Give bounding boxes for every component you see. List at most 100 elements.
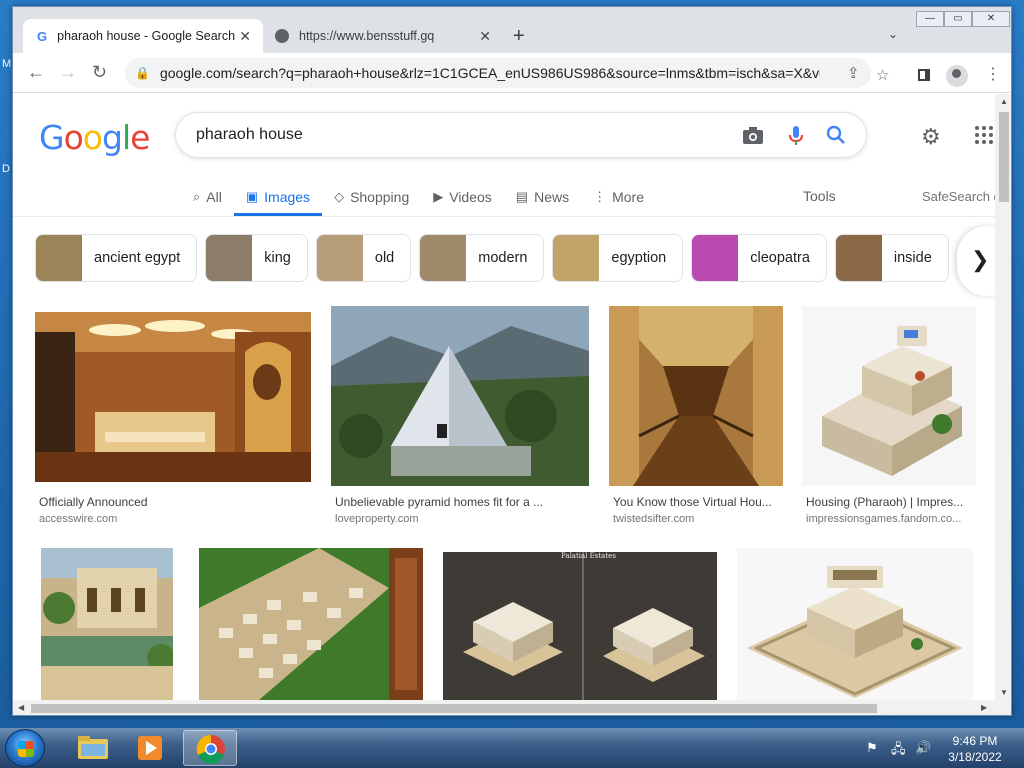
image-result[interactable]: Housing (Pharaoh) | Impres... impression… <box>802 306 976 532</box>
profile-avatar-icon[interactable] <box>946 65 968 87</box>
result-thumbnail[interactable] <box>35 312 311 482</box>
result-thumbnail[interactable] <box>199 548 423 700</box>
chip-king[interactable]: king <box>205 234 308 282</box>
chip-ancient-egypt[interactable]: ancient egypt <box>35 234 198 282</box>
tab-label: Shopping <box>350 189 410 205</box>
result-thumbnail[interactable] <box>331 306 589 486</box>
kebab-icon: ⋮ <box>593 189 607 204</box>
maximize-button[interactable]: ▭ <box>944 11 972 27</box>
scroll-down-arrow-icon[interactable]: ▼ <box>1000 688 1008 697</box>
image-result[interactable]: Officially Announced accesswire.com <box>35 312 311 532</box>
apps-grid-icon[interactable] <box>975 126 993 144</box>
tab-label: Images <box>264 189 311 205</box>
result-thumbnail[interactable] <box>443 552 717 700</box>
search-input[interactable]: pharaoh house <box>196 126 303 144</box>
desktop-icon-label[interactable]: M <box>2 58 11 70</box>
logo-letter: o <box>63 118 84 157</box>
taskbar: ⚑ 🖧 🔊 9:46 PM 3/18/2022 <box>0 728 1024 768</box>
chevron-right-icon[interactable]: ❯ <box>957 226 995 296</box>
chip-inside[interactable]: inside <box>834 234 949 282</box>
chip-label: cleopatra <box>750 250 810 266</box>
vertical-scroll-thumb[interactable] <box>999 112 1009 202</box>
image-result[interactable]: Unbelievable pyramid homes fit for a ...… <box>331 306 589 532</box>
start-button[interactable] <box>5 729 45 767</box>
result-thumbnail[interactable] <box>737 548 973 700</box>
minimize-button[interactable]: — <box>916 11 944 27</box>
tab-shopping[interactable]: ◇ Shopping <box>334 180 409 214</box>
tab-images[interactable]: ▣ Images <box>233 180 323 216</box>
reload-icon[interactable]: ↻ <box>92 62 107 83</box>
chip-old[interactable]: old <box>315 234 412 282</box>
lock-icon[interactable]: 🔒 <box>135 66 150 80</box>
system-clock[interactable]: 9:46 PM 3/18/2022 <box>938 733 1012 765</box>
forward-arrow-icon[interactable]: → <box>59 62 77 83</box>
divider <box>13 216 995 217</box>
clock-time: 9:46 PM <box>952 734 998 748</box>
chip-egyption[interactable]: egyption <box>552 234 684 282</box>
tab-all[interactable]: ⌕ All <box>193 180 222 214</box>
share-icon[interactable]: ⇪ <box>847 64 860 82</box>
chrome-taskbar-icon[interactable] <box>183 730 237 766</box>
image-result[interactable]: Palatial Estates <box>443 552 717 700</box>
volume-icon[interactable]: 🔊 <box>915 740 931 756</box>
result-image-label: Palatial Estates <box>561 552 616 560</box>
safesearch-link[interactable]: SafeSearch o <box>922 189 995 204</box>
result-thumbnail[interactable] <box>802 306 976 486</box>
news-icon: ▤ <box>515 189 529 204</box>
back-arrow-icon[interactable]: ← <box>27 62 45 83</box>
tab-videos[interactable]: ▶ Videos <box>433 180 492 214</box>
action-center-flag-icon[interactable]: ⚑ <box>866 740 878 756</box>
file-explorer-icon[interactable] <box>66 730 120 766</box>
result-caption: Unbelievable pyramid homes fit for a ... <box>335 495 544 509</box>
google-images-page: Google pharaoh house ⚙ ⌕ All ▣ Images ◇ Shopp… <box>13 94 995 700</box>
gear-icon[interactable]: ⚙ <box>921 124 941 150</box>
horizontal-scrollbar[interactable]: ◀ ▶ <box>13 700 1011 715</box>
chip-label: inside <box>893 250 932 266</box>
chip-cleopatra[interactable]: cleopatra <box>691 234 827 282</box>
search-type-tabs: ⌕ All ▣ Images ◇ Shopping ▶ Videos ▤ News ⋮ More <box>193 180 668 216</box>
browser-toolbar: ← → ↻ 🔒 google.com/search?q=pharaoh+hous… <box>13 53 1011 93</box>
close-tab-icon[interactable]: ✕ <box>239 28 251 45</box>
scroll-left-arrow-icon[interactable]: ◀ <box>18 703 24 712</box>
chip-thumbnail <box>206 235 253 281</box>
vertical-scrollbar[interactable]: ▲ ▼ <box>995 94 1011 700</box>
tab-bensstuff[interactable]: https://www.bensstuff.gq ✕ <box>263 19 503 53</box>
camera-icon[interactable] <box>742 125 764 150</box>
chevron-down-icon[interactable]: ⌄ <box>888 27 898 41</box>
tools-button[interactable]: Tools <box>803 188 836 204</box>
result-source[interactable]: accesswire.com <box>39 513 309 525</box>
chip-label: modern <box>478 250 528 266</box>
url-text[interactable]: google.com/search?q=pharaoh+house&rlz=1C… <box>160 65 820 81</box>
new-tab-icon[interactable]: + <box>513 25 525 48</box>
microphone-icon[interactable] <box>788 125 804 152</box>
side-panel-icon[interactable] <box>918 69 930 81</box>
tab-more[interactable]: ⋮ More <box>593 180 644 214</box>
result-source[interactable]: impressionsgames.fandom.co... <box>806 513 976 525</box>
search-icon[interactable] <box>826 125 846 150</box>
tab-news[interactable]: ▤ News <box>516 180 569 214</box>
image-result[interactable]: You Know those Virtual Hou... twistedsif… <box>609 306 783 532</box>
network-icon[interactable]: 🖧 <box>891 740 906 762</box>
media-player-icon[interactable] <box>124 730 178 766</box>
close-tab-icon[interactable]: ✕ <box>479 28 491 45</box>
result-thumbnail[interactable] <box>609 306 783 486</box>
browser-menu-icon[interactable]: ⋮ <box>985 64 1001 84</box>
address-bar[interactable]: 🔒 google.com/search?q=pharaoh+house&rlz=… <box>125 58 871 88</box>
image-result[interactable] <box>199 548 423 700</box>
google-favicon-icon: G <box>37 28 48 44</box>
desktop-icon-label[interactable]: D <box>2 163 10 175</box>
result-thumbnail[interactable] <box>41 548 173 700</box>
google-logo[interactable]: Google <box>39 118 150 157</box>
tab-google-search[interactable]: G pharaoh house - Google Search ✕ <box>23 19 263 53</box>
bookmark-star-icon[interactable]: ☆ <box>876 66 889 84</box>
image-result[interactable] <box>737 548 973 700</box>
scroll-right-arrow-icon[interactable]: ▶ <box>981 703 987 712</box>
image-result[interactable] <box>41 548 173 700</box>
chip-modern[interactable]: modern <box>419 234 545 282</box>
close-window-button[interactable]: ✕ <box>972 11 1010 27</box>
result-source[interactable]: loveproperty.com <box>335 513 589 525</box>
scroll-up-arrow-icon[interactable]: ▲ <box>1000 97 1008 106</box>
search-box[interactable]: pharaoh house <box>175 112 867 158</box>
horizontal-scroll-thumb[interactable] <box>31 704 877 713</box>
result-source[interactable]: twistedsifter.com <box>613 513 783 525</box>
